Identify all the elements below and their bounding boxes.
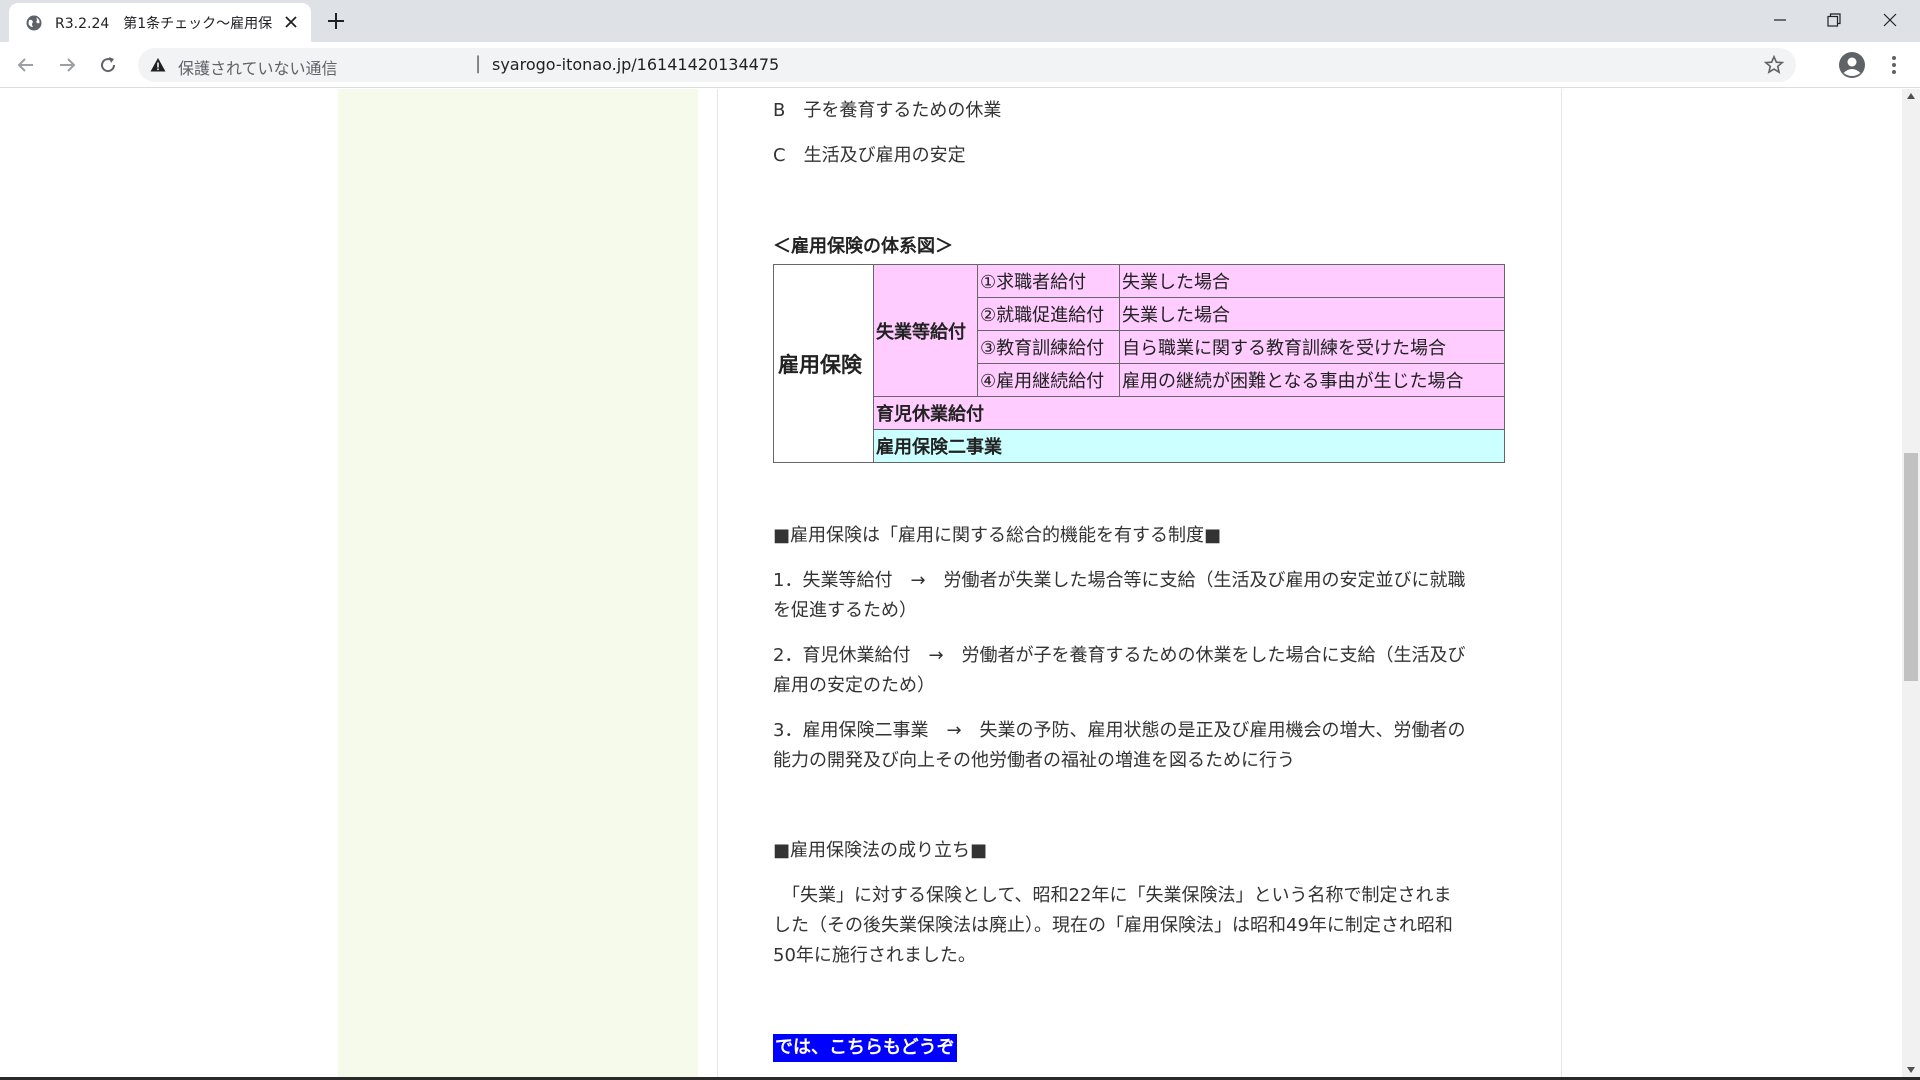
globe-icon [26, 15, 42, 30]
tab-title: R3.2.24 第1条チェック〜雇用保険 [55, 15, 273, 32]
new-tab-icon[interactable] [325, 10, 347, 32]
list-item-c: C 生活及び雇用の安定 [773, 145, 966, 166]
bookmark-star-icon[interactable] [1764, 55, 1784, 75]
history-line-1: 「失業」に対する保険として、昭和22年に「失業保険法」という名称で制定されま [773, 885, 1452, 906]
table-cell-childcare: 育児休業給付 [873, 396, 1505, 430]
forward-button[interactable] [53, 51, 81, 79]
left-sidebar-column [338, 89, 698, 1077]
content-divider-left [717, 89, 718, 1077]
table-cell-benefit-name: ①求職者給付 [977, 264, 1120, 298]
page-viewport: B 子を養育するための休業 C 生活及び雇用の安定 ＜雇用保険の体系図＞ 雇用保… [0, 89, 1902, 1077]
kebab-menu-icon [1892, 56, 1896, 74]
table-cell-benefit-desc: 雇用の継続が困難となる事由が生じた場合 [1119, 363, 1505, 397]
tab-strip: R3.2.24 第1条チェック〜雇用保険 [0, 0, 1920, 42]
table-cell-group: 失業等給付 [873, 264, 978, 397]
list-item-b: B 子を養育するための休業 [773, 100, 1002, 121]
table-cell-main: 雇用保険 [773, 264, 874, 463]
reload-icon [101, 57, 116, 73]
table-caption: ＜雇用保険の体系図＞ [773, 236, 953, 257]
table-cell-two-programs: 雇用保険二事業 [873, 429, 1505, 463]
table-cell-benefit-desc: 失業した場合 [1119, 264, 1505, 298]
window-close-icon [1883, 13, 1897, 27]
reload-button[interactable] [94, 51, 122, 79]
window-close-button[interactable] [1862, 0, 1918, 40]
item-3-line-2: 能力の開発及び向上その他労働者の福祉の増進を図るために行う [773, 750, 1295, 771]
item-2-line-1: 2．育児休業給付 → 労働者が子を養育するための休業をした場合に支給（生活及び [773, 645, 1466, 666]
browser-toolbar: 保護されていない通信 | syarogo-itonao.jp/161414201… [0, 42, 1920, 88]
employment-insurance-system-table: 雇用保険 失業等給付 ①求職者給付 失業した場合 ②就職促進給付 失業した場合 … [773, 264, 1505, 463]
back-button[interactable] [12, 51, 40, 79]
forward-arrow-icon [60, 58, 76, 72]
section-heading-history: ■雇用保険法の成り立ち■ [773, 840, 988, 861]
url-text[interactable]: syarogo-itonao.jp/16141420134475 [492, 55, 779, 74]
history-line-3: 50年に施行されました。 [773, 945, 976, 966]
scroll-down-arrow-icon[interactable] [1907, 1067, 1915, 1073]
warning-icon[interactable] [150, 57, 166, 73]
item-1-line-1: 1．失業等給付 → 労働者が失業した場合等に支給（生活及び雇用の安定並びに就職 [773, 570, 1466, 591]
minimize-icon [1774, 19, 1786, 21]
table-cell-benefit-name: ③教育訓練給付 [977, 330, 1120, 364]
history-line-2: した（その後失業保険法は廃止）。現在の「雇用保険法」は昭和49年に制定され昭和 [773, 915, 1453, 936]
scroll-up-arrow-icon[interactable] [1907, 93, 1915, 99]
table-cell-benefit-name: ②就職促進給付 [977, 297, 1120, 331]
table-cell-benefit-desc: 失業した場合 [1119, 297, 1505, 331]
scrollbar-thumb[interactable] [1904, 453, 1918, 681]
back-arrow-icon [17, 58, 33, 72]
minimize-button[interactable] [1752, 0, 1808, 40]
browser-tab[interactable]: R3.2.24 第1条チェック〜雇用保険 [9, 3, 311, 42]
table-cell-benefit-desc: 自ら職業に関する教育訓練を受けた場合 [1119, 330, 1505, 364]
address-bar[interactable]: 保護されていない通信 | syarogo-itonao.jp/161414201… [138, 48, 1796, 82]
separator: | [475, 53, 482, 74]
security-status[interactable]: 保護されていない通信 [178, 55, 338, 79]
content-divider-right [1561, 89, 1562, 1077]
restore-button[interactable] [1806, 0, 1862, 40]
item-2-line-2: 雇用の安定のため） [773, 675, 935, 696]
vertical-scrollbar[interactable] [1902, 89, 1920, 1077]
item-3-line-1: 3．雇用保険二事業 → 失業の予防、雇用状態の是正及び雇用機会の増大、労働者の [773, 720, 1466, 741]
table-cell-benefit-name: ④雇用継続給付 [977, 363, 1120, 397]
profile-avatar-icon[interactable] [1838, 51, 1866, 79]
item-1-line-2: を促進するため） [773, 600, 917, 621]
restore-icon [1827, 13, 1841, 27]
browser-menu-button[interactable] [1880, 51, 1908, 79]
related-posts-link[interactable]: では、こちらもどうぞ [773, 1034, 957, 1062]
section-heading-system: ■雇用保険は「雇用に関する総合的機能を有する制度■ [773, 525, 1222, 546]
close-icon[interactable] [283, 14, 299, 30]
